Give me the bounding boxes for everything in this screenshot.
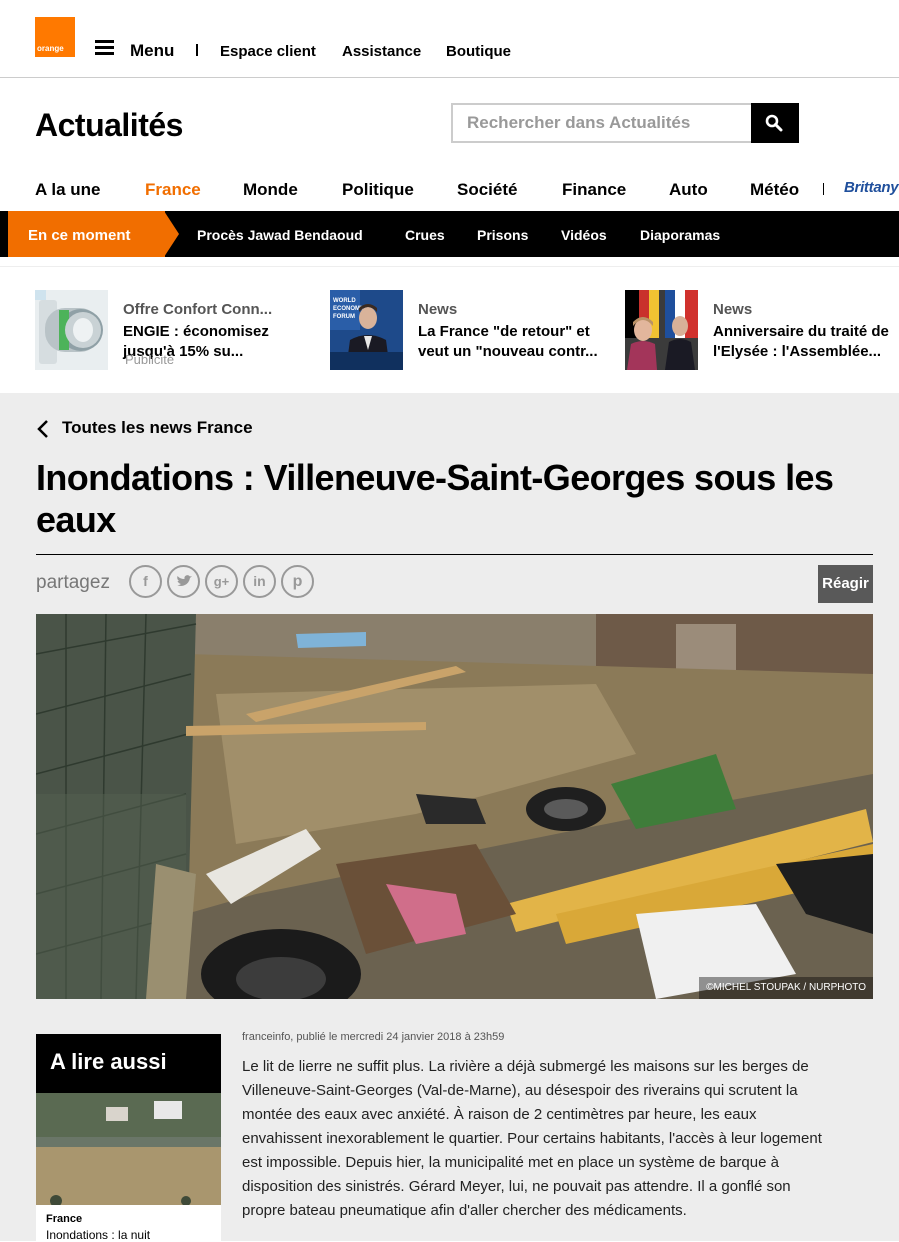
news-category: News xyxy=(713,301,753,318)
macron-photo: WORLD ECONOMIC FORUM xyxy=(330,290,403,370)
twitter-icon[interactable] xyxy=(167,565,200,598)
hot-link-prisons[interactable]: Prisons xyxy=(477,227,528,243)
news-title: Anniversaire du traité de l'Elysée : l'A… xyxy=(713,322,889,362)
top-bar: orange Menu Espace client Assistance Bou… xyxy=(0,0,899,78)
news-title-line: La France "de retour" et xyxy=(418,323,590,340)
promo-title-line: ENGIE : économisez xyxy=(123,323,269,340)
nav-meteo[interactable]: Météo xyxy=(750,180,799,200)
nav-societe[interactable]: Société xyxy=(457,180,517,200)
nav-auto[interactable]: Auto xyxy=(669,180,708,200)
merkel-macron-photo xyxy=(625,290,698,370)
related-heading: A lire aussi xyxy=(36,1034,221,1093)
photo-credit: ©MICHEL STOUPAK / NURPHOTO xyxy=(699,977,873,999)
news-title-line: Anniversaire du traité de xyxy=(713,323,889,340)
thermostat-image xyxy=(35,290,108,370)
hot-link-crues[interactable]: Crues xyxy=(405,227,445,243)
svg-text:FORUM: FORUM xyxy=(333,314,355,320)
related-box[interactable]: A lire aussi France Inondations : la nui… xyxy=(36,1034,221,1242)
hamburger-icon[interactable] xyxy=(95,40,114,55)
body-line: Le lit de lierre ne suffit plus. La rivi… xyxy=(242,1058,809,1075)
trending-label: En ce moment xyxy=(8,211,165,257)
flood-photo: ©MICHEL STOUPAK / NURPHOTO xyxy=(36,614,873,999)
related-title: Inondations : la nuit xyxy=(46,1228,151,1242)
espace-client-link[interactable]: Espace client xyxy=(220,43,316,60)
react-button[interactable]: Réagir xyxy=(818,565,873,603)
linkedin-icon[interactable]: in xyxy=(243,565,276,598)
body-line: Villeneuve-Saint-Georges (Val-de-Marne),… xyxy=(242,1082,798,1099)
arrow-shape xyxy=(164,211,179,257)
share-label: partagez xyxy=(36,572,110,593)
body-line: montée des eaux avec anxiété. À raison d… xyxy=(242,1106,757,1123)
assistance-link[interactable]: Assistance xyxy=(342,43,421,60)
svg-text:WORLD: WORLD xyxy=(333,298,356,304)
trending-bar: En ce moment xyxy=(0,211,899,257)
divider xyxy=(36,554,873,555)
related-image xyxy=(36,1093,221,1205)
nav-monde[interactable]: Monde xyxy=(243,180,298,200)
nav-finance[interactable]: Finance xyxy=(562,180,626,200)
hot-link-diaporamas[interactable]: Diaporamas xyxy=(640,227,720,243)
divider xyxy=(196,44,198,56)
body-line: envahissent inexorablement le quartier. … xyxy=(242,1130,822,1147)
hot-link-videos[interactable]: Vidéos xyxy=(561,227,607,243)
promo-category: Offre Confort Conn... xyxy=(123,301,273,318)
body-line: est impossible. Depuis hier, la municipa… xyxy=(242,1154,779,1171)
orange-logo[interactable]: orange xyxy=(35,17,75,57)
logo-text: orange xyxy=(37,44,64,53)
nav-politique[interactable]: Politique xyxy=(342,180,414,200)
news-title: La France "de retour" et veut un "nouvea… xyxy=(418,322,598,362)
search-icon xyxy=(765,114,783,132)
sponsored-tag: Publicité xyxy=(125,352,175,367)
nav-france[interactable]: France xyxy=(145,180,201,200)
boutique-link[interactable]: Boutique xyxy=(446,43,511,60)
body-line: disposition des sinistrés. Gérard Meyer,… xyxy=(242,1178,791,1195)
search-input[interactable] xyxy=(453,105,751,141)
search-box xyxy=(451,103,799,143)
menu-button[interactable]: Menu xyxy=(130,41,174,61)
back-link-label: Toutes les news France xyxy=(62,418,253,437)
body-line: propre bateau pneumatique afin d'aller c… xyxy=(242,1202,687,1219)
hot-link-proces[interactable]: Procès Jawad Bendaoud xyxy=(197,227,363,243)
search-button[interactable] xyxy=(751,103,799,143)
article-title: Inondations : Villeneuve-Saint-Georges s… xyxy=(36,457,834,540)
divider xyxy=(823,183,824,195)
news-title-line: veut un "nouveau contr... xyxy=(418,343,598,360)
article-body: Le lit de lierre ne suffit plus. La rivi… xyxy=(242,1055,877,1223)
facebook-icon[interactable]: f xyxy=(129,565,162,598)
google-plus-icon[interactable]: g+ xyxy=(205,565,238,598)
nav-a-la-une[interactable]: A la une xyxy=(35,180,101,200)
chevron-left-icon xyxy=(37,420,48,438)
brittany-partner-logo[interactable]: Brittany xyxy=(844,179,899,196)
related-category: France xyxy=(46,1213,83,1225)
news-title-line: l'Elysée : l'Assemblée... xyxy=(713,343,882,360)
section-title[interactable]: Actualités xyxy=(35,107,183,144)
article-byline: franceinfo, publié le mercredi 24 janvie… xyxy=(242,1031,505,1043)
pinterest-icon[interactable]: p xyxy=(281,565,314,598)
news-category: News xyxy=(418,301,458,318)
